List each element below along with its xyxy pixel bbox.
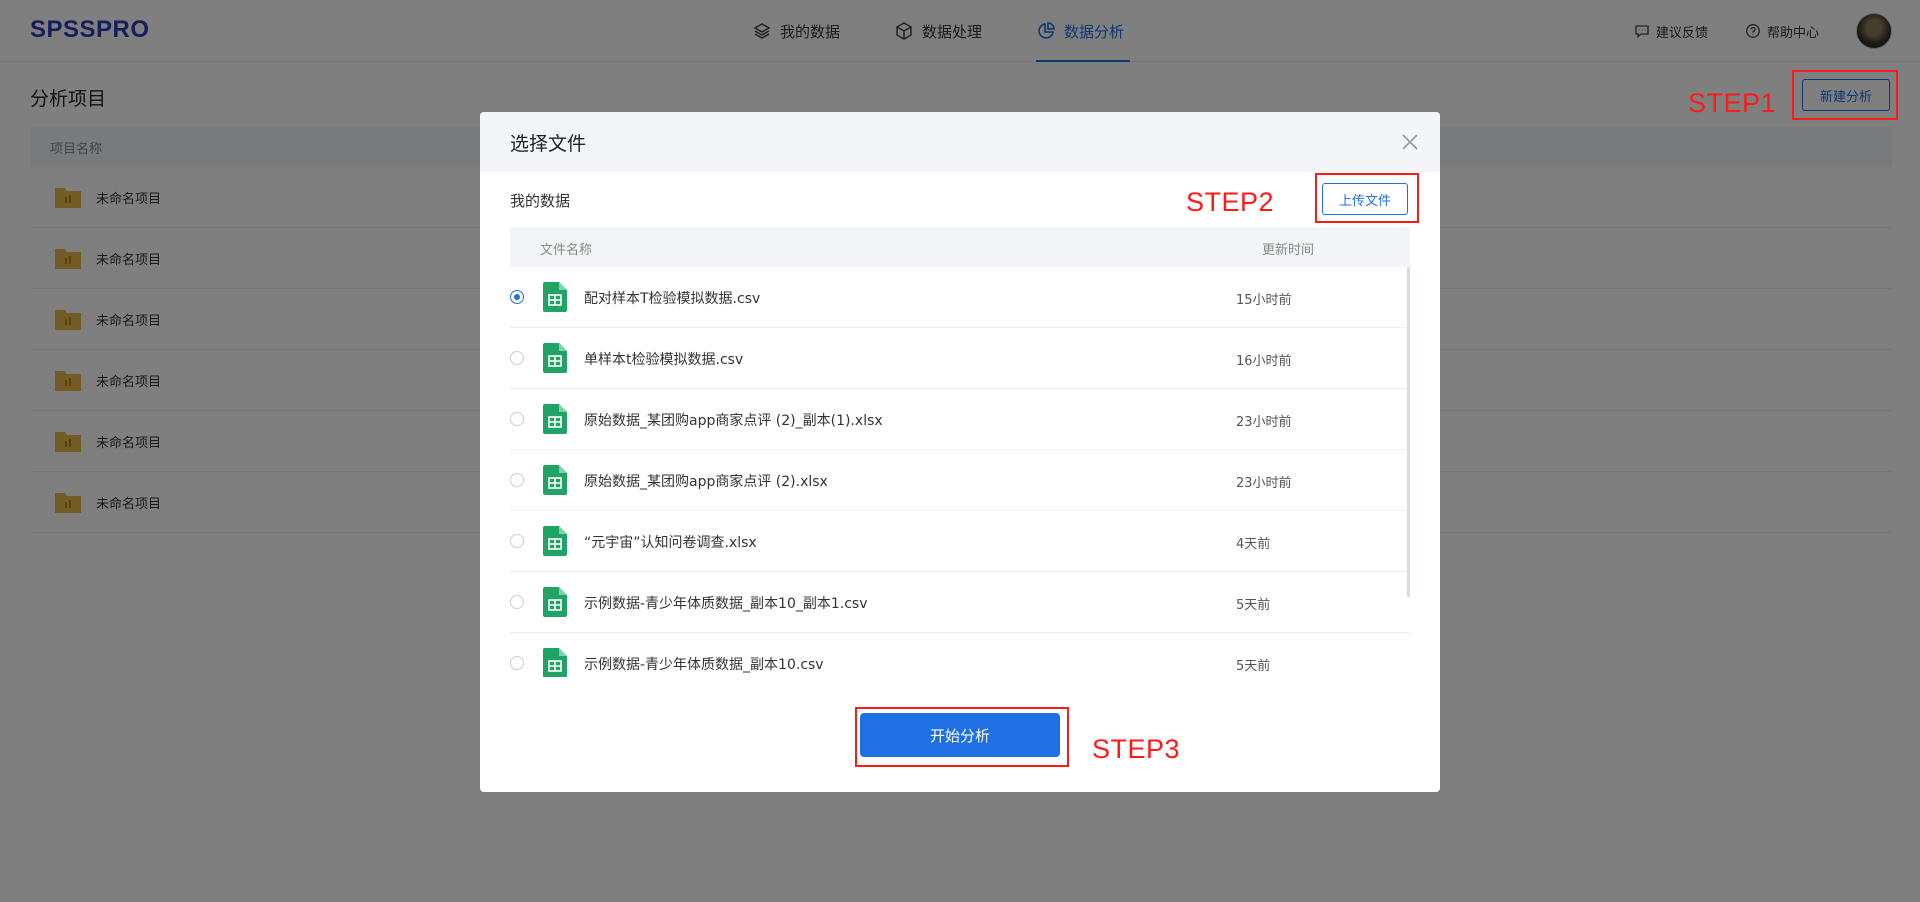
spreadsheet-file-icon xyxy=(543,465,567,495)
step2-label: STEP2 xyxy=(1186,187,1275,217)
my-data-section-title: 我的数据 xyxy=(510,192,571,210)
file-name: 单样本t检验模拟数据.csv xyxy=(584,352,744,368)
file-row[interactable]: “元宇宙”认知问卷调查.xlsx 4天前 xyxy=(510,511,1410,572)
spreadsheet-file-icon xyxy=(543,343,567,373)
file-list-scrollbar[interactable] xyxy=(1407,267,1410,597)
step2-highlight-box xyxy=(1315,173,1419,223)
file-row[interactable]: 原始数据_某团购app商家点评 (2)_副本(1).xlsx 23小时前 xyxy=(510,389,1410,450)
spreadsheet-file-icon xyxy=(543,282,567,312)
file-update-time: 23小时前 xyxy=(1236,476,1292,491)
file-radio[interactable] xyxy=(510,351,524,365)
file-update-time: 23小时前 xyxy=(1236,415,1292,430)
dialog-header: 选择文件 xyxy=(480,112,1440,172)
file-update-time: 15小时前 xyxy=(1236,293,1292,308)
file-table-header: 文件名称 更新时间 xyxy=(510,227,1410,267)
file-name: 示例数据-青少年体质数据_副本10_副本1.csv xyxy=(584,596,868,612)
file-row[interactable]: 配对样本T检验模拟数据.csv 15小时前 xyxy=(510,267,1410,328)
file-name: 配对样本T检验模拟数据.csv xyxy=(584,291,761,307)
spreadsheet-file-icon xyxy=(543,648,567,677)
file-list: 配对样本T检验模拟数据.csv 15小时前 单样本t检验模拟数据.csv 16小… xyxy=(510,267,1410,677)
file-update-time: 4天前 xyxy=(1236,537,1271,552)
close-icon[interactable] xyxy=(1398,130,1422,154)
file-radio[interactable] xyxy=(510,290,524,304)
file-name: 原始数据_某团购app商家点评 (2).xlsx xyxy=(584,474,828,490)
file-radio[interactable] xyxy=(510,534,524,548)
file-radio[interactable] xyxy=(510,595,524,609)
file-radio[interactable] xyxy=(510,412,524,426)
select-file-dialog: 选择文件 我的数据 上传文件 文件名称 更新时间 配对样本T检验模拟数据.csv… xyxy=(480,112,1440,792)
file-row[interactable]: 单样本t检验模拟数据.csv 16小时前 xyxy=(510,328,1410,389)
file-row[interactable]: 示例数据-青少年体质数据_副本10.csv 5天前 xyxy=(510,633,1410,677)
file-update-time: 5天前 xyxy=(1236,598,1271,613)
file-name: 原始数据_某团购app商家点评 (2)_副本(1).xlsx xyxy=(584,413,883,429)
step1-highlight-box xyxy=(1792,70,1898,120)
file-name: “元宇宙”认知问卷调查.xlsx xyxy=(584,535,757,551)
step3-highlight-box xyxy=(855,707,1069,767)
file-radio[interactable] xyxy=(510,656,524,670)
file-name: 示例数据-青少年体质数据_副本10.csv xyxy=(584,657,824,673)
spreadsheet-file-icon xyxy=(543,526,567,556)
dialog-title: 选择文件 xyxy=(510,132,587,155)
file-update-time: 16小时前 xyxy=(1236,354,1292,369)
step3-label: STEP3 xyxy=(1092,734,1181,764)
spreadsheet-file-icon xyxy=(543,587,567,617)
file-row[interactable]: 示例数据-青少年体质数据_副本10_副本1.csv 5天前 xyxy=(510,572,1410,633)
file-row[interactable]: 原始数据_某团购app商家点评 (2).xlsx 23小时前 xyxy=(510,450,1410,511)
spreadsheet-file-icon xyxy=(543,404,567,434)
step1-label: STEP1 xyxy=(1688,88,1777,118)
file-radio[interactable] xyxy=(510,473,524,487)
file-update-time: 5天前 xyxy=(1236,659,1271,674)
file-name-column: 文件名称 xyxy=(540,243,593,258)
update-time-column: 更新时间 xyxy=(1262,243,1315,258)
